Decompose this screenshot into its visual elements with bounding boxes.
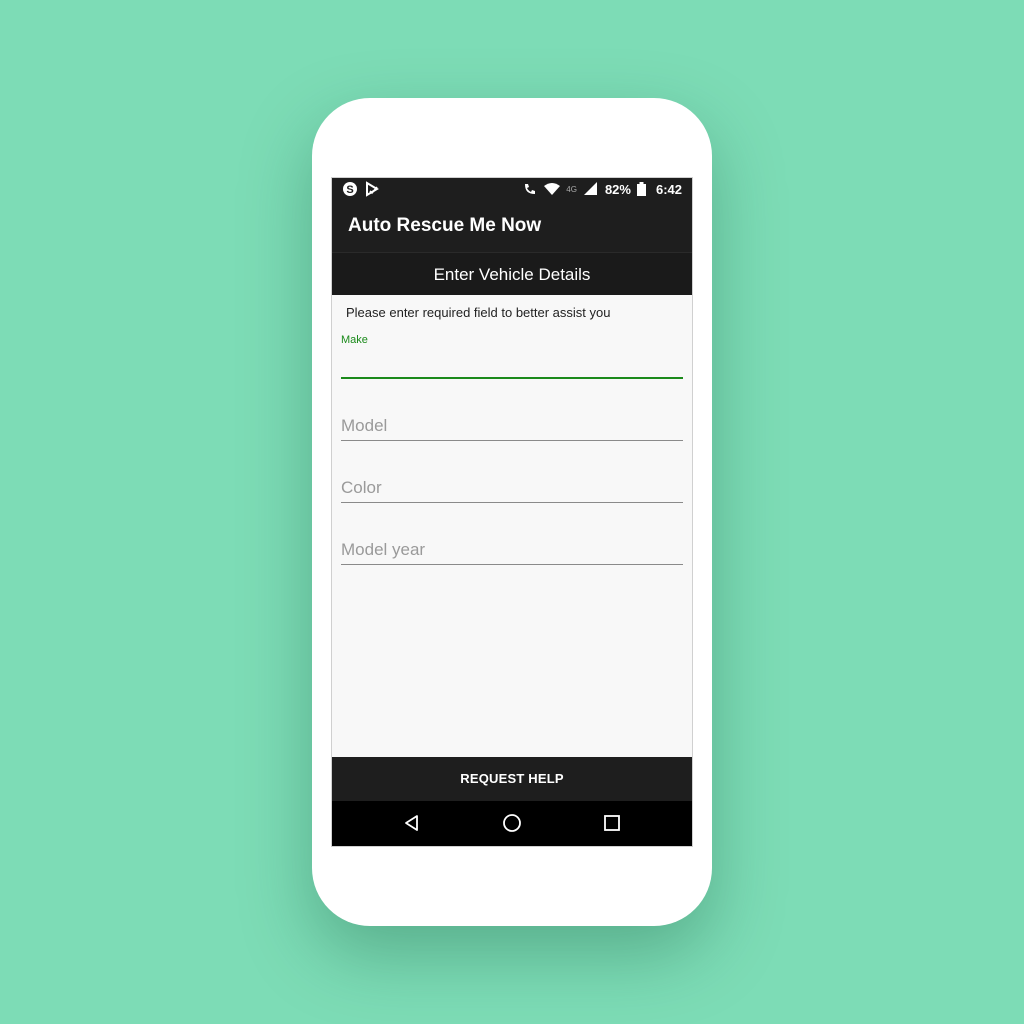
color-field[interactable]: Color [341, 476, 683, 506]
model-year-underline [341, 564, 683, 565]
make-field[interactable]: Make [341, 334, 683, 382]
app-title: Auto Rescue Me Now [348, 215, 542, 236]
back-icon[interactable] [402, 813, 422, 833]
recent-apps-icon[interactable] [602, 813, 622, 833]
cellular-signal-icon [583, 182, 597, 195]
model-underline [341, 440, 683, 441]
color-underline [341, 502, 683, 503]
page-title: Enter Vehicle Details [332, 252, 692, 295]
network-type: 4G [566, 184, 577, 194]
battery-percent: 82% [604, 181, 631, 197]
phone-screen: S 4G 82% 6:42 Auto Rescue Me Now Enter V… [331, 177, 693, 847]
make-underline [341, 377, 683, 379]
model-year-placeholder: Model year [341, 540, 426, 559]
app-bar: Auto Rescue Me Now [332, 200, 692, 252]
model-placeholder: Model [341, 416, 388, 435]
make-label: Make [341, 334, 368, 346]
skype-icon: S [343, 182, 357, 196]
status-bar: S 4G 82% 6:42 [332, 178, 692, 200]
wifi-call-icon [525, 184, 536, 194]
battery-icon [636, 182, 646, 196]
clock: 6:42 [655, 181, 682, 197]
home-icon[interactable] [502, 813, 522, 833]
svg-text:S: S [346, 184, 353, 196]
model-year-field[interactable]: Model year [341, 538, 683, 568]
color-placeholder: Color [341, 478, 382, 497]
navigation-bar [332, 801, 692, 846]
model-field[interactable]: Model [341, 414, 683, 444]
wifi-icon [544, 183, 561, 195]
request-help-button[interactable]: REQUEST HELP [332, 757, 692, 801]
store-icon [366, 181, 379, 197]
form-instruction: Please enter required field to better as… [346, 305, 611, 320]
